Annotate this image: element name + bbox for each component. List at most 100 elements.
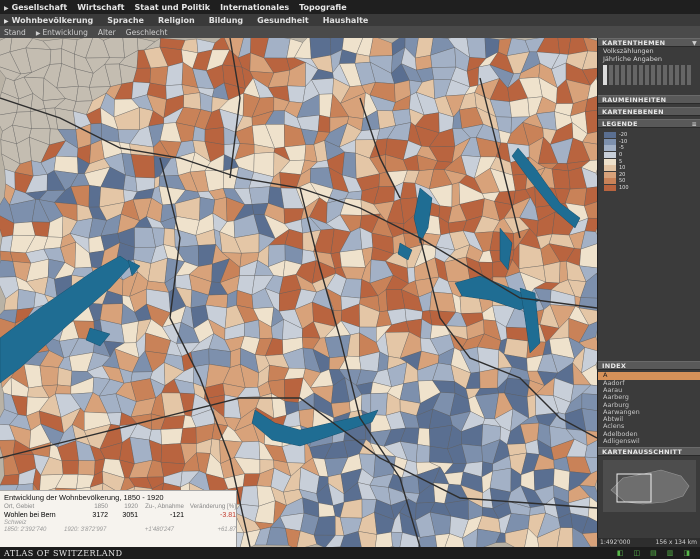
year-bar[interactable] bbox=[621, 65, 625, 85]
expand-icon[interactable]: ▼ bbox=[692, 39, 697, 48]
legend-row: -20 bbox=[604, 132, 700, 139]
municipality-polygon bbox=[324, 334, 351, 359]
legend-label: 100 bbox=[619, 185, 629, 192]
legend-options-icon[interactable]: ≡ bbox=[692, 120, 697, 129]
panel-header-kartenausschnitt[interactable]: KARTENAUSSCHNITT bbox=[598, 447, 700, 457]
info-header-row: Ort, Gebiet 1850 1920 Zu-, Abnahme Verän… bbox=[4, 502, 236, 511]
panel-header-legende[interactable]: LEGENDE ≡ bbox=[598, 119, 700, 128]
municipality-polygon bbox=[149, 66, 169, 86]
choropleth-map[interactable] bbox=[0, 38, 597, 547]
year-bar[interactable] bbox=[681, 65, 685, 85]
municipality-polygon bbox=[339, 249, 366, 268]
municipality-polygon bbox=[77, 460, 96, 476]
municipality-polygon bbox=[244, 319, 261, 339]
theme-line-2[interactable]: Jährliche Angaben bbox=[598, 55, 700, 63]
legend-swatch bbox=[604, 185, 616, 192]
nav-top-topografie[interactable]: Topografie bbox=[299, 3, 347, 12]
region-1920: 1920: 3'872'997 bbox=[64, 527, 107, 533]
year-bar[interactable] bbox=[651, 65, 655, 85]
info-data-row: Wohlen bei Bern 3172 3051 -121 -3.81 bbox=[4, 511, 236, 520]
year-bar[interactable] bbox=[645, 65, 649, 85]
year-bar[interactable] bbox=[627, 65, 631, 85]
year-bar[interactable] bbox=[609, 65, 613, 85]
nav-sub-gesundheit[interactable]: Gesundheit bbox=[257, 16, 309, 25]
print-tool-icon[interactable]: ▥ bbox=[667, 549, 674, 557]
col-place: Ort, Gebiet bbox=[4, 503, 35, 510]
year-bar[interactable] bbox=[675, 65, 679, 85]
legend-row: 0 bbox=[604, 152, 700, 159]
nav-subsub-alter[interactable]: Alter bbox=[98, 28, 116, 37]
legend-row: 5 bbox=[604, 158, 700, 165]
sub-navigation: Wohnbevölkerung Sprache Religion Bildung Ges… bbox=[0, 14, 700, 26]
status-bar: 1:492'000 156 x 134 km bbox=[597, 538, 700, 547]
year-bar[interactable] bbox=[687, 65, 691, 85]
overview-minimap[interactable] bbox=[603, 460, 696, 513]
municipality-polygon bbox=[309, 38, 331, 59]
place-name: Wohlen bei Bern bbox=[4, 512, 56, 519]
index-item[interactable]: Adligenswil bbox=[598, 437, 700, 445]
year-bar[interactable] bbox=[669, 65, 673, 85]
municipality-polygon bbox=[57, 367, 73, 387]
panel-header-kartenebenen[interactable]: KARTENEBENEN bbox=[598, 107, 700, 116]
municipality-polygon bbox=[240, 485, 259, 507]
map-canvas[interactable] bbox=[0, 38, 597, 547]
nav-top-wirtschaft[interactable]: Wirtschaft bbox=[77, 3, 124, 12]
legend-row: 10 bbox=[604, 165, 700, 172]
panel-header-kartenthemen[interactable]: KARTENTHEMEN ▼ bbox=[598, 38, 700, 47]
nav-sub-wohnbev-lkerung[interactable]: Wohnbevölkerung bbox=[4, 16, 94, 25]
pan-tool-icon[interactable]: ◧ bbox=[617, 549, 624, 557]
municipality-polygon bbox=[512, 173, 528, 192]
zoom-tool-icon[interactable]: ◫ bbox=[634, 549, 641, 557]
year-bar[interactable] bbox=[639, 65, 643, 85]
region-row: 1850: 2'392'740 1920: 3'872'997 +1'480'2… bbox=[4, 526, 236, 535]
municipality-polygon bbox=[12, 221, 36, 236]
legend-label: 5 bbox=[619, 158, 623, 165]
year-bar[interactable] bbox=[603, 65, 607, 85]
value-percent: -3.81 bbox=[220, 512, 236, 519]
legend-row: 100 bbox=[604, 185, 700, 192]
tool-icons: ◧ ◫ ▤ ▥ ◨ bbox=[617, 549, 700, 557]
settings-tool-icon[interactable]: ◨ bbox=[683, 549, 690, 557]
municipality-polygon bbox=[375, 531, 393, 547]
year-bar[interactable] bbox=[663, 65, 667, 85]
nav-sub-bildung[interactable]: Bildung bbox=[209, 16, 243, 25]
municipality-polygon bbox=[417, 427, 431, 447]
info-tool-icon[interactable]: ▤ bbox=[650, 549, 657, 557]
legend-label: -20 bbox=[619, 132, 628, 139]
sidebar: KARTENTHEMEN ▼ Volkszählungen Jährliche A… bbox=[597, 38, 700, 547]
year-bar[interactable] bbox=[657, 65, 661, 85]
nav-top-internationales[interactable]: Internationales bbox=[220, 3, 289, 12]
legend-swatch bbox=[604, 138, 616, 145]
nav-top-staat-und-politik[interactable]: Staat und Politik bbox=[134, 3, 210, 12]
panel-header-raumeinheiten[interactable]: RAUMEINHEITEN bbox=[598, 95, 700, 104]
nav-subsub-geschlecht[interactable]: Geschlecht bbox=[126, 28, 168, 37]
municipality-polygon bbox=[88, 185, 101, 208]
nav-subsub-stand[interactable]: Stand bbox=[4, 28, 26, 37]
legend-swatch bbox=[604, 171, 616, 178]
legend-label: 50 bbox=[619, 178, 626, 185]
sub-sub-navigation: Stand Entwicklung Alter Geschlecht bbox=[0, 26, 700, 38]
municipality-polygon bbox=[163, 228, 176, 248]
top-navigation: Gesellschaft Wirtschaft Staat und Politik I… bbox=[0, 0, 700, 14]
panel-header-index[interactable]: INDEX bbox=[598, 361, 700, 371]
year-bar[interactable] bbox=[633, 65, 637, 85]
extent-readout: 156 x 134 km bbox=[655, 539, 698, 546]
info-panel: Entwicklung der Wohnbevölkerung, 1850 - … bbox=[0, 490, 237, 547]
legend: -20 -10 -5 0 5 10 20 50 100 bbox=[598, 128, 700, 192]
year-bar[interactable] bbox=[615, 65, 619, 85]
nav-sub-sprache[interactable]: Sprache bbox=[107, 16, 144, 25]
nav-sub-haushalte[interactable]: Haushalte bbox=[323, 16, 369, 25]
municipality-polygon bbox=[551, 168, 571, 190]
theme-line-1[interactable]: Volkszählungen bbox=[598, 47, 700, 55]
year-selector[interactable] bbox=[598, 63, 700, 85]
scale-readout: 1:492'000 bbox=[600, 539, 631, 546]
minimap-canvas bbox=[610, 470, 690, 505]
nav-subsub-entwicklung[interactable]: Entwicklung bbox=[36, 28, 87, 37]
footer-bar: ATLAS OF SWITZERLAND ◧ ◫ ▤ ▥ ◨ bbox=[0, 547, 700, 559]
legend-label: -10 bbox=[619, 138, 628, 145]
municipality-polygon bbox=[49, 48, 62, 65]
nav-top-gesellschaft[interactable]: Gesellschaft bbox=[4, 3, 68, 12]
nav-sub-religion[interactable]: Religion bbox=[158, 16, 195, 25]
municipality-polygon bbox=[401, 474, 420, 494]
index-list[interactable]: A Aadorf Aarau Aarberg Aarburg Aarwangen Abtwi… bbox=[598, 370, 700, 445]
